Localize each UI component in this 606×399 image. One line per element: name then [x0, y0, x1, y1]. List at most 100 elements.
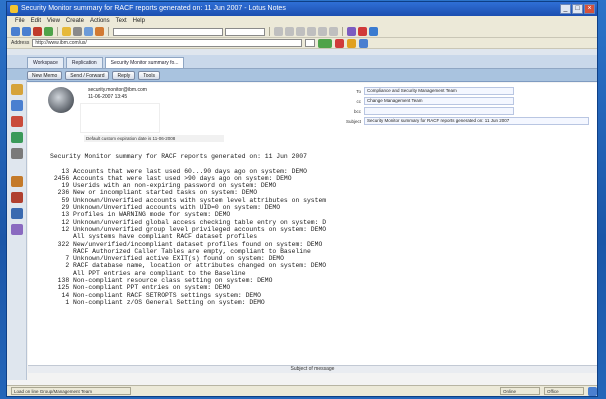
tab-workspace[interactable]: Workspace [27, 57, 64, 68]
address-dropdown-icon[interactable] [305, 39, 316, 47]
refresh-icon[interactable] [44, 27, 53, 36]
body-line: 29 Unknown/Unverified accounts with UID=… [50, 204, 281, 212]
body-title: Security Monitor summary for RACF report… [50, 153, 307, 160]
print-icon[interactable] [73, 27, 82, 36]
edit-icon[interactable] [95, 27, 104, 36]
status-message: Load on line Group/Management Team [11, 387, 131, 395]
bcc-row: bcc [328, 107, 514, 115]
memo-header: security.monitor@ibm.com 11-06-2007 13:4… [28, 83, 597, 143]
body-lines: 13 Accounts that were last used 60...90 … [50, 168, 590, 307]
status-mail-icon[interactable] [588, 386, 597, 396]
action-bar: New Memo Send / Forward Reply Tools [7, 69, 597, 82]
tools-button[interactable]: Tools [138, 70, 160, 80]
body-line: 13 Profiles in WARNING mode for system: … [50, 211, 231, 219]
stop-icon[interactable] [33, 27, 42, 36]
bold-icon[interactable] [274, 27, 283, 36]
menu-help[interactable]: Help [133, 16, 145, 26]
body-line: RACF Authorized Caller Tables are empty,… [50, 247, 311, 255]
body-line: 138 Non-compliant resource class setting… [50, 277, 273, 285]
reply-button[interactable]: Reply [112, 70, 136, 80]
open-icon[interactable] [62, 27, 71, 36]
back-icon[interactable] [11, 27, 20, 36]
contacts-bookmark-icon[interactable] [11, 132, 23, 143]
minimize-button[interactable]: _ [560, 4, 571, 14]
stop-load-icon[interactable] [335, 38, 345, 48]
menu-view[interactable]: View [47, 16, 60, 26]
home-bookmark-icon[interactable] [11, 84, 23, 95]
window-tabs: Workspace Replication Security Monitor s… [7, 55, 597, 69]
style-combo[interactable] [113, 27, 223, 36]
close-button[interactable]: × [584, 4, 595, 14]
cc-row: cc Change Management Team [328, 97, 514, 105]
replication-bookmark-icon[interactable] [11, 224, 23, 235]
bookmark-bar [7, 80, 27, 380]
menu-text[interactable]: Text [116, 16, 127, 26]
spell-icon[interactable] [347, 27, 356, 36]
databases-bookmark-icon[interactable] [11, 176, 23, 187]
flag-icon[interactable] [358, 27, 367, 36]
body-line: 13 Accounts that were last used 60...90 … [50, 167, 307, 175]
body-line: 7 Unknown/Unverified active EXIT(s) foun… [50, 255, 284, 263]
subject-field[interactable]: Security Monitor summary for RACF report… [364, 117, 589, 125]
favorites-bookmark-icon[interactable] [11, 192, 23, 203]
title-bar: Security Monitor summary for RACF report… [7, 2, 597, 16]
subject-label: Subject [345, 118, 361, 124]
toolbar-separator [342, 27, 343, 36]
align-icon[interactable] [307, 27, 316, 36]
todo-bookmark-icon[interactable] [11, 148, 23, 159]
body-line: 322 New/unverified/incompliant dataset p… [50, 240, 323, 248]
body-line: 2 RACF database name, location or attrib… [50, 262, 327, 270]
status-location[interactable]: Office [544, 387, 584, 395]
body-line: 1 Non-compliant z/OS General Setting on … [50, 298, 265, 306]
menu-bar: File Edit View Create Actions Text Help [7, 16, 597, 26]
tab-replication[interactable]: Replication [65, 57, 103, 68]
subject-of-message-bar: Subject of message [28, 365, 597, 373]
web-bookmark-icon[interactable] [11, 208, 23, 219]
sent-date: 11-06-2007 13:45 [88, 94, 128, 100]
calendar-bookmark-icon[interactable] [11, 116, 23, 127]
italic-icon[interactable] [285, 27, 294, 36]
maximize-button[interactable]: □ [572, 4, 583, 14]
menu-edit[interactable]: Edit [31, 16, 41, 26]
memo-body: Security Monitor summary for RACF report… [50, 153, 590, 306]
app-icon [10, 5, 18, 13]
mail-bookmark-icon[interactable] [11, 100, 23, 111]
subject-row: Subject Security Monitor summary for RAC… [328, 117, 589, 125]
size-combo[interactable] [225, 27, 265, 36]
tab-current-memo[interactable]: Security Monitor summary fo... [104, 57, 185, 68]
to-label: To [356, 88, 361, 94]
body-line: 59 Unknown/Unverified accounts with syst… [50, 196, 327, 204]
address-label: Address [11, 40, 30, 46]
underline-icon[interactable] [296, 27, 305, 36]
forward-icon[interactable] [22, 27, 31, 36]
search-icon[interactable] [359, 38, 369, 48]
cc-field[interactable]: Change Management Team [364, 97, 514, 105]
bullets-icon[interactable] [318, 27, 327, 36]
toolbar-separator [57, 27, 58, 36]
menu-file[interactable]: File [15, 16, 25, 26]
menu-create[interactable]: Create [66, 16, 84, 26]
indent-icon[interactable] [329, 27, 338, 36]
help-icon[interactable] [369, 27, 378, 36]
address-input[interactable]: http://www.ibm.com/us/ [32, 39, 303, 47]
body-line: 12 Unknown/unverified group level privil… [50, 225, 327, 233]
body-line: All systems have compliant RACF dataset … [50, 233, 258, 241]
menu-actions[interactable]: Actions [90, 16, 110, 26]
status-online[interactable]: Online [500, 387, 540, 395]
send-forward-button[interactable]: Send / Forward [65, 70, 110, 80]
save-icon[interactable] [84, 27, 93, 36]
body-line: All PPT entries are compliant to the Bas… [50, 269, 246, 277]
new-memo-button[interactable]: New Memo [27, 70, 63, 80]
address-bar: Address http://www.ibm.com/us/ [7, 38, 597, 49]
sender-address: security.monitor@ibm.com [88, 87, 147, 93]
to-field[interactable]: Compliance and Security Management Team [364, 87, 514, 95]
expiration-note: Default custom expiration date is 11-06-… [84, 135, 224, 142]
toolbar-separator [108, 27, 109, 36]
bcc-field[interactable] [364, 107, 514, 115]
go-icon[interactable] [318, 38, 333, 48]
sender-avatar [48, 87, 74, 113]
lotus-notes-window: Security Monitor summary for RACF report… [6, 1, 598, 397]
sender-details-box [80, 103, 160, 133]
home-icon[interactable] [347, 38, 357, 48]
toolbar-separator [269, 27, 270, 36]
